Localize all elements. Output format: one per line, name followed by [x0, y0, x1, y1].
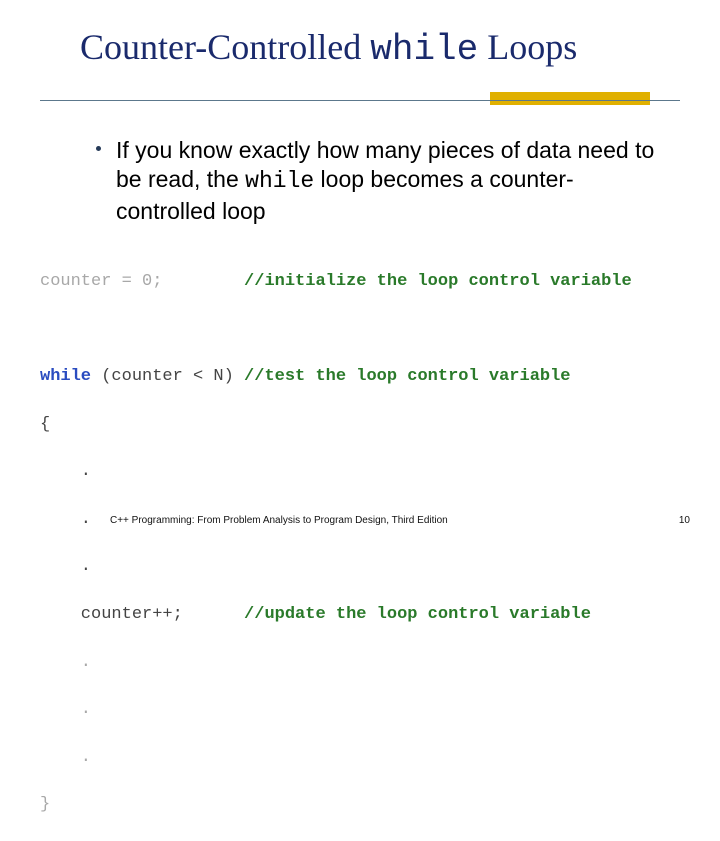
- code-comment: //initialize the loop control variable: [244, 272, 632, 291]
- bullet-item: If you know exactly how many pieces of d…: [96, 136, 660, 226]
- accent-bar: [490, 92, 650, 105]
- code-text: counter = 0;: [40, 272, 244, 291]
- code-text: .: [40, 651, 680, 675]
- title-rule: [0, 92, 720, 112]
- title-keyword: while: [370, 29, 478, 70]
- code-text: {: [40, 413, 680, 437]
- bullet-keyword: while: [245, 168, 314, 194]
- code-text: counter++;: [40, 605, 244, 624]
- bullet-text: If you know exactly how many pieces of d…: [116, 136, 660, 226]
- code-text: }: [40, 793, 680, 817]
- code-blank: [40, 317, 680, 341]
- divider-line: [40, 100, 680, 101]
- code-text: (counter < N): [91, 367, 244, 386]
- code-text: .: [40, 698, 680, 722]
- footer-text: C++ Programming: From Problem Analysis t…: [110, 515, 448, 526]
- title-part1: Counter-Controlled: [80, 27, 370, 67]
- page-number: 10: [679, 515, 690, 526]
- code-text: .: [40, 555, 680, 579]
- code-keyword: while: [40, 367, 91, 386]
- code-text: .: [40, 460, 680, 484]
- code-comment: //test the loop control variable: [244, 367, 570, 386]
- bullet-dot: [96, 146, 101, 151]
- code-text: .: [40, 746, 680, 770]
- code-comment: //update the loop control variable: [244, 605, 591, 624]
- slide-title: Counter-Controlled while Loops: [80, 28, 680, 70]
- code-block: counter = 0; //initialize the loop contr…: [40, 246, 680, 841]
- title-part2: Loops: [478, 27, 577, 67]
